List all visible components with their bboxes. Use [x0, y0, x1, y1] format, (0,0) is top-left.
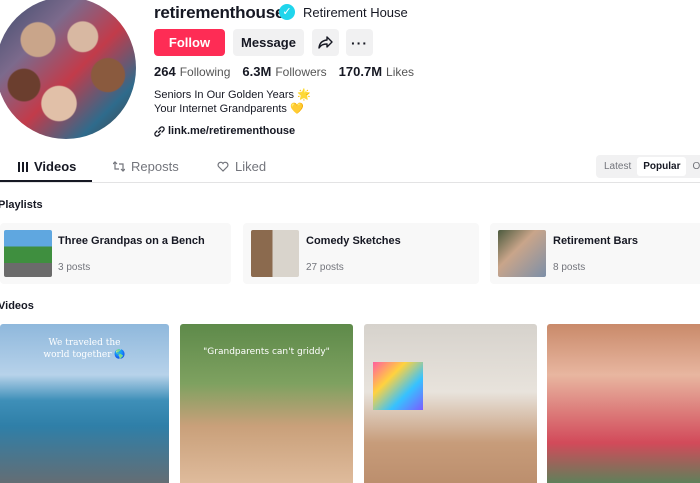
share-button[interactable]: [312, 29, 339, 56]
playlist-thumbnail: [4, 230, 52, 277]
playlist-title: Comedy Sketches: [306, 235, 401, 247]
playlist-card[interactable]: Three Grandpas on a Bench 3 posts: [0, 223, 231, 284]
link-icon: [154, 125, 165, 137]
grid-icon: [18, 161, 28, 172]
video-thumbnail[interactable]: [364, 324, 537, 483]
tab-reposts[interactable]: Reposts: [113, 159, 179, 174]
tab-liked[interactable]: Liked: [217, 159, 266, 174]
playlist-count: 8 posts: [553, 262, 586, 273]
verified-icon: ✓: [279, 4, 295, 20]
tab-videos[interactable]: Videos: [18, 159, 76, 174]
playlists-heading: Playlists: [0, 199, 43, 211]
video-caption: We traveled the world together 🌎: [43, 338, 126, 360]
playlist-count: 3 posts: [58, 262, 91, 273]
sort-popular[interactable]: Popular: [637, 157, 687, 176]
playlist-count: 27 posts: [306, 262, 344, 273]
profile-nickname: Retirement House: [303, 5, 408, 20]
profile-username: retirementhouse: [154, 3, 285, 22]
repost-icon: [113, 161, 125, 172]
followers-stat[interactable]: 6.3M Followers: [242, 64, 326, 79]
likes-stat: 170.7M Likes: [338, 64, 415, 79]
video-thumbnail[interactable]: We traveled the world together 🌎: [0, 324, 169, 483]
sort-toggle: Latest Popular Old: [596, 155, 700, 178]
video-thumbnail[interactable]: "Grandparents can't griddy": [180, 324, 353, 483]
sort-latest[interactable]: Latest: [598, 157, 637, 176]
playlist-title: Three Grandpas on a Bench: [58, 235, 205, 247]
sort-oldest[interactable]: Old: [686, 157, 700, 176]
playlist-thumbnail: [251, 230, 299, 277]
profile-stats: 264 Following 6.3M Followers 170.7M Likes: [154, 64, 414, 79]
playlist-title: Retirement Bars: [553, 235, 638, 247]
videos-heading: Videos: [0, 300, 34, 312]
profile-avatar[interactable]: [0, 0, 136, 139]
following-stat[interactable]: 264 Following: [154, 64, 230, 79]
video-caption: "Grandparents can't griddy": [203, 347, 330, 357]
profile-bio: Seniors In Our Golden Years 🌟 Your Inter…: [154, 89, 311, 115]
playlist-thumbnail: [498, 230, 546, 277]
video-thumbnail[interactable]: [547, 324, 700, 483]
heart-icon: [217, 161, 229, 172]
active-tab-indicator: [0, 180, 92, 182]
follow-button[interactable]: Follow: [154, 29, 225, 56]
profile-tabs: Videos Reposts Liked: [0, 151, 700, 183]
video-painting: [373, 362, 423, 410]
playlist-card[interactable]: Comedy Sketches 27 posts: [243, 223, 479, 284]
playlist-card[interactable]: Retirement Bars 8 posts: [490, 223, 700, 284]
more-options-button[interactable]: ···: [346, 29, 373, 56]
message-button[interactable]: Message: [233, 29, 304, 56]
profile-link[interactable]: link.me/retirementhouse: [154, 125, 295, 137]
share-icon: [318, 36, 333, 49]
